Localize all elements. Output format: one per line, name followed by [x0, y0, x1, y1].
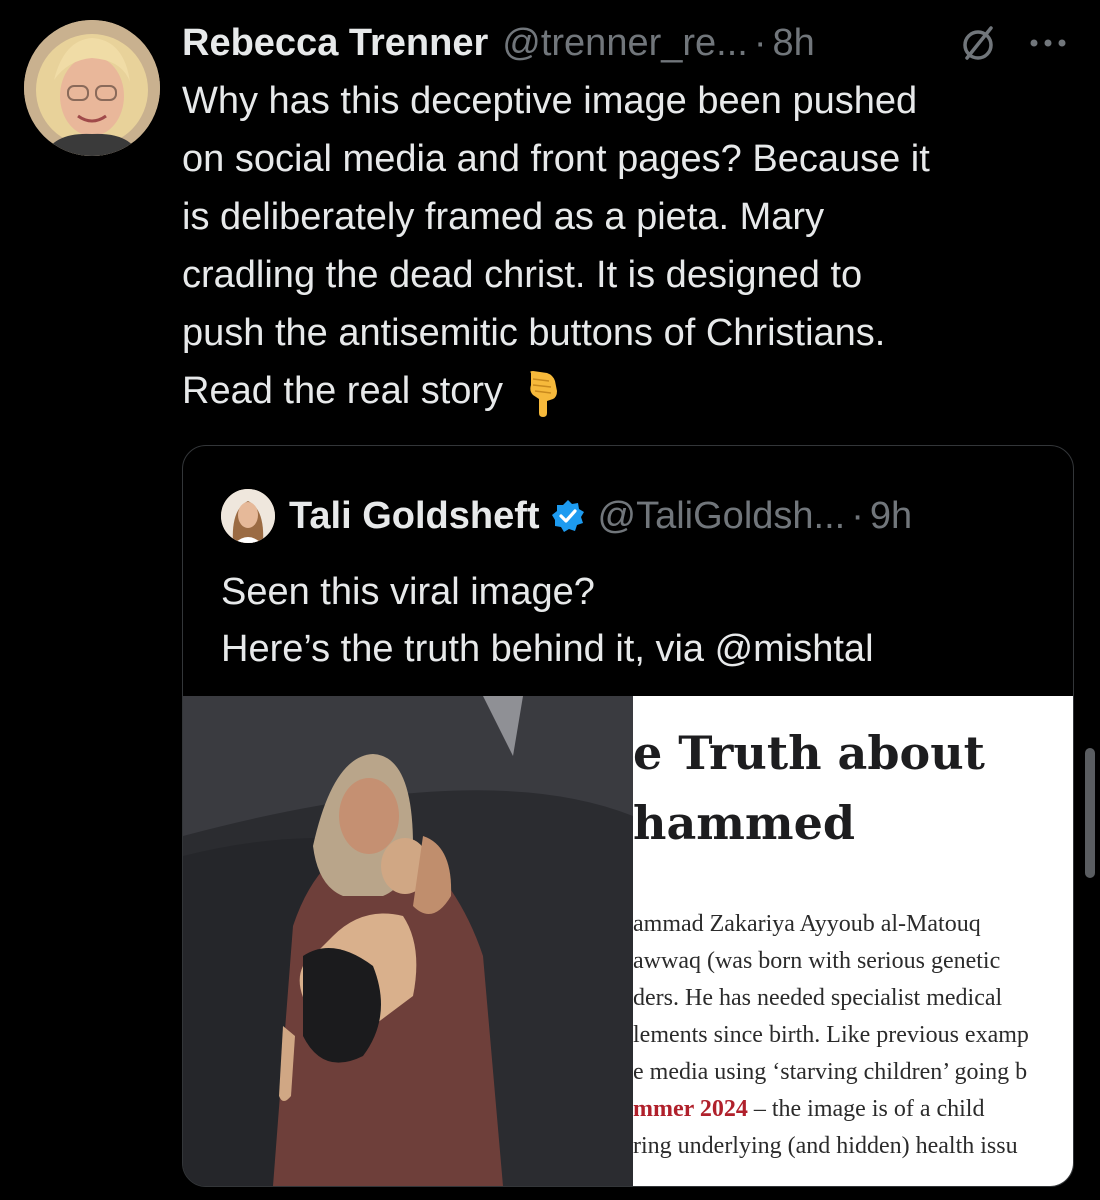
article-body-line: lements since birth. Like previous examp	[633, 1022, 1029, 1048]
quoted-author-avatar-image	[221, 489, 275, 543]
tweet-text-line: cradling the dead christ. It is designed…	[182, 254, 863, 296]
tweet-text-line: is deliberately framed as a pieta. Mary	[182, 196, 825, 238]
quoted-tweet-media[interactable]: e Truth about hammed ammad Zakariya Ayyo…	[183, 696, 1073, 1186]
article-body-line: e media using ‘starving children’ going …	[633, 1059, 1028, 1085]
author-avatar-image	[24, 20, 160, 156]
quoted-tweet-text: Seen this viral image? Here’s the truth …	[221, 564, 1041, 678]
tweet-text-line: on social media and front pages? Because…	[182, 138, 930, 180]
tweet-photo[interactable]	[183, 696, 633, 1186]
article-body-line-part: – the image is of a child	[747, 1096, 985, 1122]
quoted-tweet-card[interactable]: Tali Goldsheft @TaliGoldsh... · 9h Seen …	[182, 445, 1074, 1187]
article-body-line: awwaq (was born with serious genetic	[633, 948, 1001, 974]
article-body-line: ders. He has needed specialist medical	[633, 985, 1003, 1011]
quoted-author-avatar[interactable]	[221, 489, 275, 543]
author-avatar[interactable]	[24, 20, 160, 156]
quoted-author-handle[interactable]: @TaliGoldsh...	[598, 495, 846, 538]
quoted-tweet-header: Tali Goldsheft @TaliGoldsh... · 9h	[221, 488, 912, 544]
verified-badge-icon	[551, 500, 584, 532]
more-icon[interactable]	[1026, 26, 1070, 60]
article-screenshot[interactable]: e Truth about hammed ammad Zakariya Ayyo…	[633, 696, 1073, 1186]
article-title-line: e Truth about	[633, 726, 985, 780]
photo-mother-child-image	[183, 696, 633, 1186]
article-body-highlight-line: mmer 2024 – the image is of a child	[633, 1091, 1073, 1128]
separator-dot: ·	[851, 494, 864, 537]
tweet-text-line: Read the real story	[182, 370, 504, 412]
tweet-text-line: Why has this deceptive image been pushed	[182, 80, 918, 122]
author-name[interactable]: Rebecca Trenner	[182, 22, 488, 65]
article-title-line: hammed	[633, 796, 856, 850]
article-body-line: ring underlying (and hidden) health issu	[633, 1133, 1018, 1159]
quoted-tweet-time[interactable]: 9h	[870, 495, 912, 538]
separator-dot: ·	[753, 21, 767, 64]
article-body: ammad Zakariya Ayyoub al-Matouq awwaq (w…	[633, 906, 1073, 1165]
tweet-text-last-line: Read the real story	[182, 362, 1082, 420]
tweet-time[interactable]: 8h	[773, 22, 815, 65]
pointing-down-emoji	[530, 370, 558, 417]
quoted-text-line: Here’s the truth behind it, via @mishtal	[221, 628, 874, 670]
quoted-text-line: Seen this viral image?	[221, 571, 595, 613]
tweet-header: Rebecca Trenner @trenner_re... · 8h	[182, 18, 1072, 68]
tweet-text-line: push the antisemitic buttons of Christia…	[182, 312, 886, 354]
author-handle[interactable]: @trenner_re...	[502, 22, 748, 65]
article-body-line: ammad Zakariya Ayyoub al-Matouq	[633, 911, 981, 937]
grok-icon[interactable]	[958, 23, 998, 63]
tweet-text: Why has this deceptive image been pushed…	[182, 72, 1082, 420]
quoted-author-name[interactable]: Tali Goldsheft	[289, 495, 540, 538]
article-highlight-link[interactable]: mmer 2024	[633, 1096, 748, 1122]
scrollbar[interactable]	[1085, 748, 1095, 878]
